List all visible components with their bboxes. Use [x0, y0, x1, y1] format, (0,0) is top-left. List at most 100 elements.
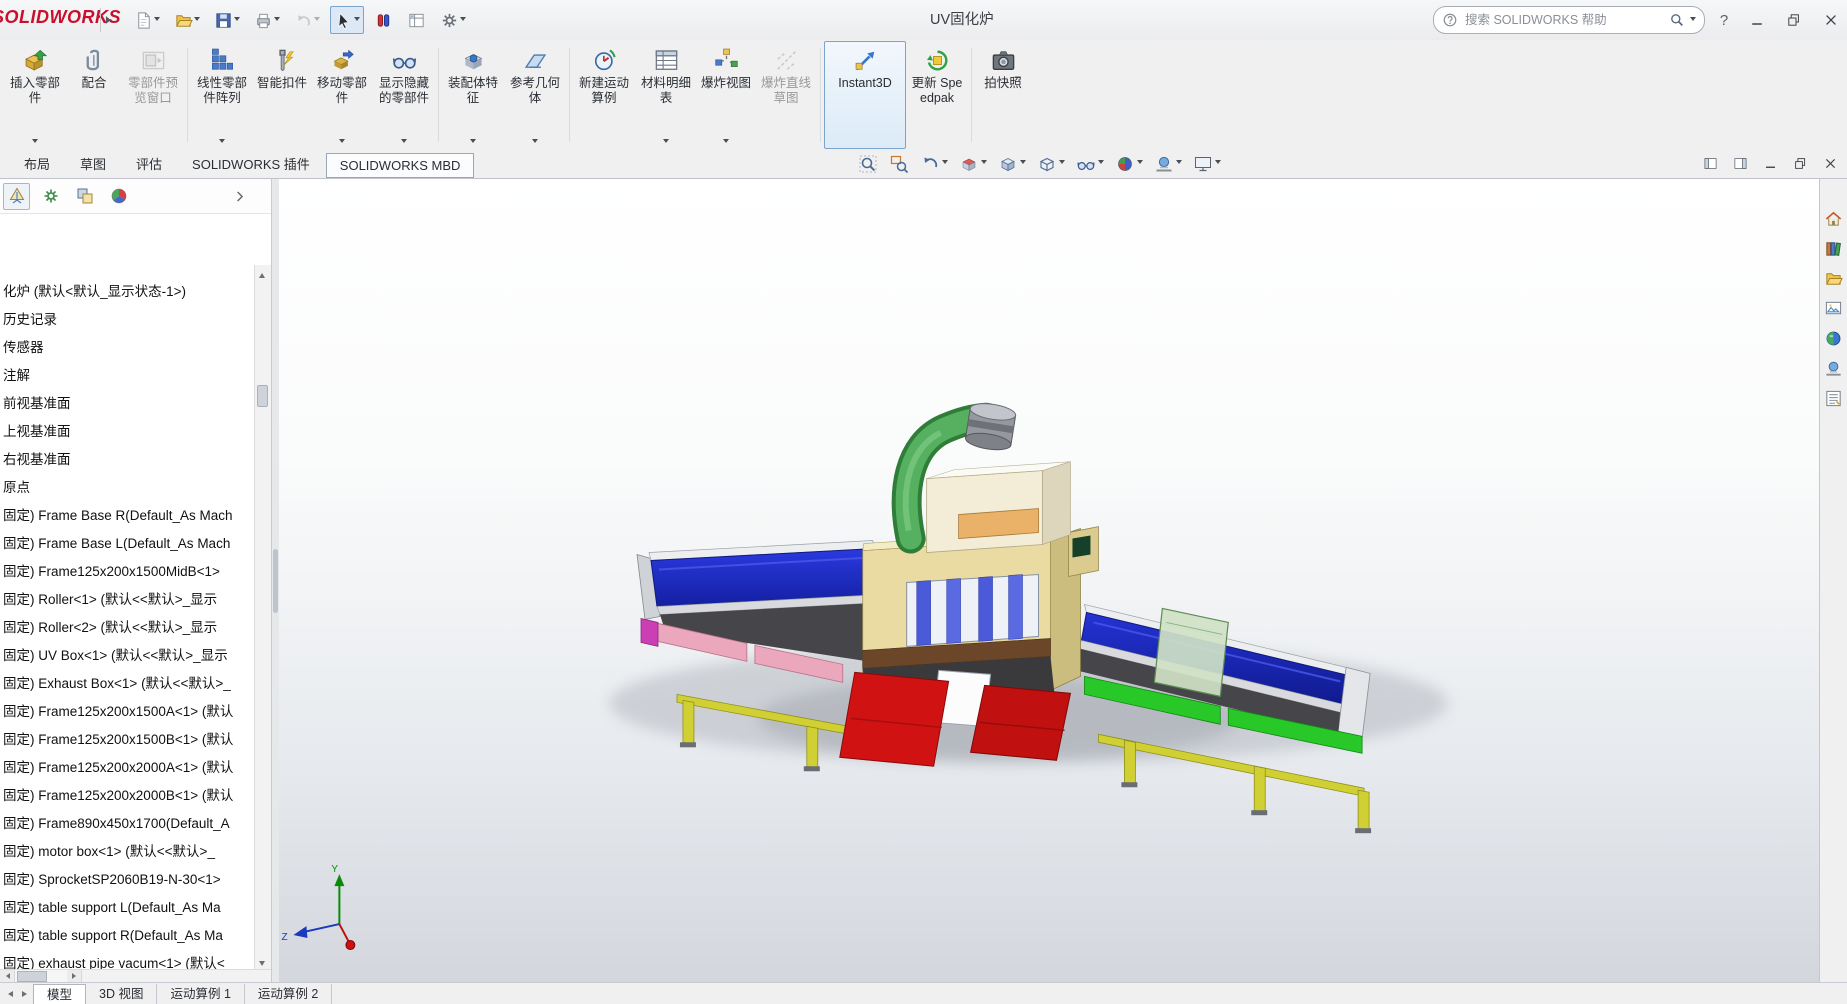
docwin-pane-left-button[interactable] — [1699, 152, 1721, 174]
tree-item[interactable]: 固定) Frame125x200x1500B<1> (默认 — [0, 726, 255, 754]
panel-collapse-button[interactable] — [227, 184, 251, 208]
ribbon-explode-sketch-button[interactable]: 爆炸直线草图 — [755, 41, 817, 149]
tree-item[interactable]: 固定) Frame Base L(Default_As Mach — [0, 530, 255, 558]
tree-item[interactable]: 传感器 — [0, 334, 255, 362]
dropdown-caret-icon[interactable] — [401, 139, 407, 146]
tree-vertical-scrollbar[interactable] — [254, 265, 271, 970]
command-tab[interactable]: 草图 — [66, 149, 120, 178]
hide-show-button[interactable] — [1074, 151, 1106, 176]
ribbon-component-preview-button[interactable]: 零部件预览窗口 — [122, 41, 184, 149]
dropdown-caret-icon[interactable] — [981, 160, 987, 167]
dropdown-caret-icon[interactable] — [1059, 160, 1065, 167]
graphics-viewport[interactable]: Y Z — [279, 179, 1820, 983]
tree-item[interactable]: 固定) motor box<1> (默认<<默认>_ — [0, 838, 255, 866]
section-view-button[interactable] — [957, 151, 989, 176]
dropdown-caret-icon[interactable] — [942, 160, 948, 167]
featuremanager-tab[interactable] — [3, 183, 30, 210]
tree-item[interactable]: 固定) Frame890x450x1700(Default_A — [0, 810, 255, 838]
ribbon-instant3d-button[interactable]: Instant3D — [824, 41, 906, 149]
doc-tab[interactable]: 3D 视图 — [86, 984, 157, 1004]
docwin-close-button[interactable] — [1819, 152, 1841, 174]
configmanager-tab[interactable] — [71, 183, 98, 210]
dropdown-caret-icon[interactable] — [32, 139, 38, 146]
ribbon-snapshot-button[interactable]: 拍快照 — [975, 41, 1031, 149]
ribbon-assembly-features-button[interactable]: 装配体特征 — [442, 41, 504, 149]
settings-gear-button[interactable] — [436, 6, 470, 34]
tree-item[interactable]: 化炉 (默认<默认_显示状态-1>) — [0, 278, 255, 306]
restore-window-button[interactable] — [1780, 7, 1808, 33]
dropdown-caret-icon[interactable] — [1215, 160, 1221, 167]
search-dropdown-caret-icon[interactable] — [1690, 17, 1696, 24]
ribbon-reference-geometry-button[interactable]: 参考几何体 — [504, 41, 566, 149]
doc-tabs-scroll-right-button[interactable] — [17, 986, 31, 1002]
color-toggle-button[interactable] — [370, 6, 397, 34]
command-tab[interactable]: SOLIDWORKS MBD — [326, 153, 475, 178]
print-button[interactable] — [250, 6, 284, 34]
tree-item[interactable]: 历史记录 — [0, 306, 255, 334]
docwin-minimize-button[interactable] — [1759, 152, 1781, 174]
tree-item[interactable]: 固定) UV Box<1> (默认<<默认>_显示 — [0, 642, 255, 670]
docwin-restore-button[interactable] — [1789, 152, 1811, 174]
doc-tab[interactable]: 运动算例 2 — [245, 984, 332, 1004]
scroll-thumb[interactable] — [257, 385, 268, 407]
tree-item[interactable]: 固定) Frame125x200x1500A<1> (默认 — [0, 698, 255, 726]
save-button[interactable] — [210, 6, 244, 34]
file-explorer-button[interactable] — [1822, 267, 1845, 290]
tree-item[interactable]: 固定) Roller<2> (默认<<默认>_显示 — [0, 614, 255, 642]
ribbon-speedpak-button[interactable]: 更新 Speedpak — [906, 41, 968, 149]
dropdown-caret-icon[interactable] — [663, 139, 669, 146]
tree-item[interactable]: 固定) exhaust pipe vacum<1> (默认< — [0, 950, 255, 970]
zoom-area-button[interactable] — [887, 151, 911, 176]
dropdown-caret-icon[interactable] — [314, 17, 320, 24]
tree-item[interactable]: 固定) SprocketSP2060B19-N-30<1> — [0, 866, 255, 894]
edit-appearance-button[interactable] — [1113, 151, 1145, 176]
tree-item[interactable]: 固定) Frame125x200x2000A<1> (默认 — [0, 754, 255, 782]
close-window-button[interactable] — [1817, 7, 1845, 33]
help-button[interactable]: ? — [1714, 12, 1734, 29]
command-tab[interactable]: SOLIDWORKS 插件 — [178, 149, 324, 178]
search-input[interactable] — [1463, 12, 1664, 28]
design-library-button[interactable] — [1822, 237, 1845, 260]
dropdown-caret-icon[interactable] — [723, 139, 729, 146]
dropdown-caret-icon[interactable] — [194, 17, 200, 24]
scroll-right-arrow[interactable] — [67, 970, 82, 982]
dropdown-caret-icon[interactable] — [219, 139, 225, 146]
magnifier-icon[interactable] — [1669, 12, 1685, 28]
tree-item[interactable]: 注解 — [0, 362, 255, 390]
scroll-up-arrow[interactable] — [255, 265, 270, 280]
tree-item[interactable]: 固定) Frame Base R(Default_As Mach — [0, 502, 255, 530]
splitter-handle[interactable] — [273, 549, 278, 613]
dropdown-caret-icon[interactable] — [460, 17, 466, 24]
home-button[interactable] — [1822, 207, 1845, 230]
tree-item[interactable]: 前视基准面 — [0, 390, 255, 418]
dropdown-caret-icon[interactable] — [1020, 160, 1026, 167]
tree-item[interactable]: 固定) Roller<1> (默认<<默认>_显示 — [0, 586, 255, 614]
ribbon-linear-pattern-button[interactable]: 线性零部件阵列 — [191, 41, 253, 149]
scene-button[interactable] — [1152, 151, 1184, 176]
top-control-box[interactable] — [927, 462, 1071, 553]
command-tab[interactable]: 布局 — [10, 149, 64, 178]
ribbon-bom-button[interactable]: 材料明细表 — [635, 41, 697, 149]
scroll-thumb[interactable] — [17, 971, 47, 982]
uv-oven-model[interactable]: Y Z — [279, 179, 1820, 983]
view-palette-button[interactable] — [1822, 297, 1845, 320]
ribbon-show-hidden-button[interactable]: 显示隐藏的零部件 — [373, 41, 435, 149]
forms-button[interactable] — [403, 6, 430, 34]
tree-item[interactable]: 右视基准面 — [0, 446, 255, 474]
scenes-pane-button[interactable] — [1822, 357, 1845, 380]
dropdown-caret-icon[interactable] — [1176, 160, 1182, 167]
undo-button[interactable] — [290, 6, 324, 34]
new-document-button[interactable] — [130, 6, 164, 34]
dropdown-caret-icon[interactable] — [1098, 160, 1104, 167]
viewport-options-button[interactable] — [1191, 151, 1223, 176]
previous-view-button[interactable] — [918, 151, 950, 176]
tree-item[interactable]: 固定) Frame125x200x1500MidB<1> — [0, 558, 255, 586]
ribbon-exploded-view-button[interactable]: 爆炸视图 — [697, 41, 755, 149]
open-folder-button[interactable] — [170, 6, 204, 34]
ribbon-move-component-button[interactable]: 移动零部件 — [311, 41, 373, 149]
dropdown-caret-icon[interactable] — [339, 139, 345, 146]
ribbon-mate-button[interactable]: 配合 — [66, 41, 122, 149]
tree-item[interactable]: 固定) Frame125x200x2000B<1> (默认 — [0, 782, 255, 810]
dropdown-caret-icon[interactable] — [1137, 160, 1143, 167]
command-tab[interactable]: 评估 — [122, 149, 176, 178]
